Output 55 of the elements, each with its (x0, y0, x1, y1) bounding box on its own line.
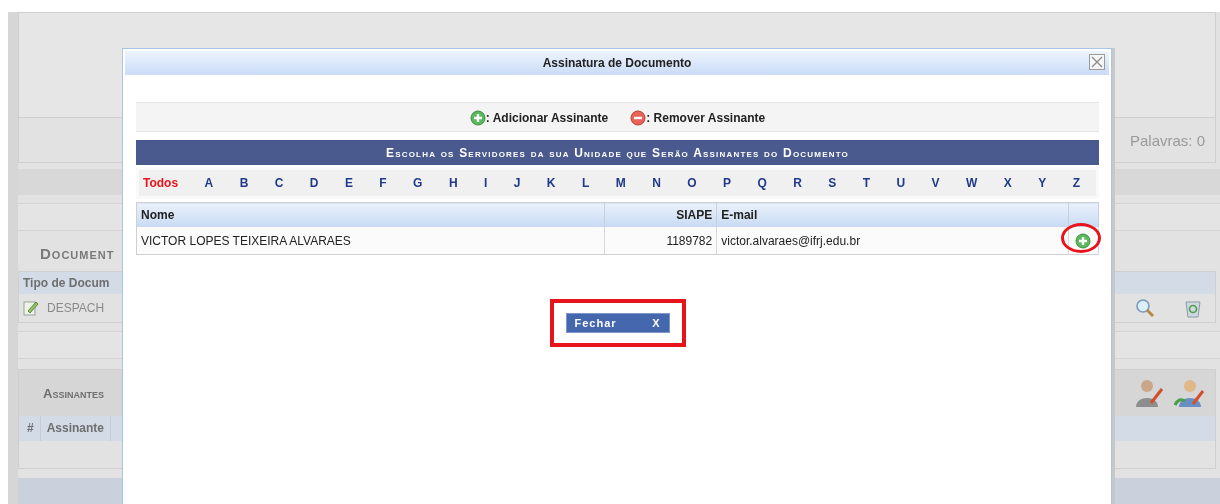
dialog-title: Assinatura de Documento (542, 56, 692, 70)
letter-link[interactable]: D (309, 176, 319, 190)
search-icon[interactable] (1135, 298, 1155, 318)
letter-link[interactable]: Q (757, 176, 767, 190)
letter-link[interactable]: O (687, 176, 697, 190)
letter-link[interactable]: L (581, 176, 590, 190)
minus-icon (630, 110, 647, 126)
letter-link[interactable]: G (413, 176, 423, 190)
add-button[interactable] (1074, 232, 1091, 249)
letter-link[interactable]: U (896, 176, 906, 190)
column-header: Nome (136, 202, 605, 227)
word-count: Palavras: 0 (1129, 131, 1205, 149)
table-caption: Escolha os Servidores da sua Unidade que Serão Assinantes do Documento (136, 140, 1099, 165)
legend-label: : Remover Assinante (646, 111, 766, 125)
table-cell: victor.alvaraes@ifrj.edu.br (716, 227, 1069, 255)
column-header: SIAPE (604, 202, 717, 227)
table-cell: DESPACH (47, 301, 105, 315)
person-edit-icon[interactable] (1173, 377, 1205, 409)
letter-link[interactable]: C (274, 176, 284, 190)
letter-link[interactable]: Z (1072, 176, 1080, 190)
letter-link[interactable]: N (652, 176, 661, 190)
letter-link[interactable]: V (931, 176, 940, 190)
letter-link[interactable]: B (239, 176, 249, 190)
column-header: # (19, 416, 41, 441)
letter-link[interactable]: T (862, 176, 871, 190)
letter-link[interactable]: Todos (143, 176, 179, 190)
letter-link[interactable]: R (793, 176, 802, 190)
letter-link[interactable]: A (204, 176, 214, 190)
letter-link[interactable]: E (344, 176, 353, 190)
recycle-bin-icon[interactable] (1183, 298, 1203, 318)
edit-note-icon (23, 300, 39, 316)
column-header: Assinante (40, 416, 112, 441)
letter-link[interactable]: H (448, 176, 458, 190)
letter-link[interactable]: J (513, 176, 521, 190)
letter-link[interactable]: X (1003, 176, 1012, 190)
letter-link[interactable]: K (546, 176, 556, 190)
letter-link[interactable]: Y (1038, 176, 1047, 190)
letter-link[interactable]: S (828, 176, 837, 190)
letter-link[interactable]: M (615, 176, 626, 190)
column-header: Tipo de Docum (23, 276, 110, 290)
table-cell: 1189782 (604, 227, 717, 255)
letter-link[interactable]: P (723, 176, 731, 190)
plus-icon (469, 110, 486, 126)
section-title: Document (40, 244, 115, 262)
plus-icon (1074, 232, 1091, 249)
column-header: E-mail (716, 202, 1069, 227)
letter-link[interactable]: I (483, 176, 488, 190)
close-icon[interactable] (1089, 54, 1105, 70)
letter-link[interactable]: W (966, 176, 978, 190)
letter-link[interactable]: F (379, 176, 387, 190)
table-cell: VICTOR LOPES TEIXEIRA ALVARAES (136, 227, 605, 255)
person-edit-icon[interactable] (1133, 377, 1165, 409)
close-button[interactable]: Fechar X (565, 313, 670, 333)
legend-label: : Adicionar Assinante (485, 111, 609, 125)
section-title: Assinantes (43, 385, 104, 401)
